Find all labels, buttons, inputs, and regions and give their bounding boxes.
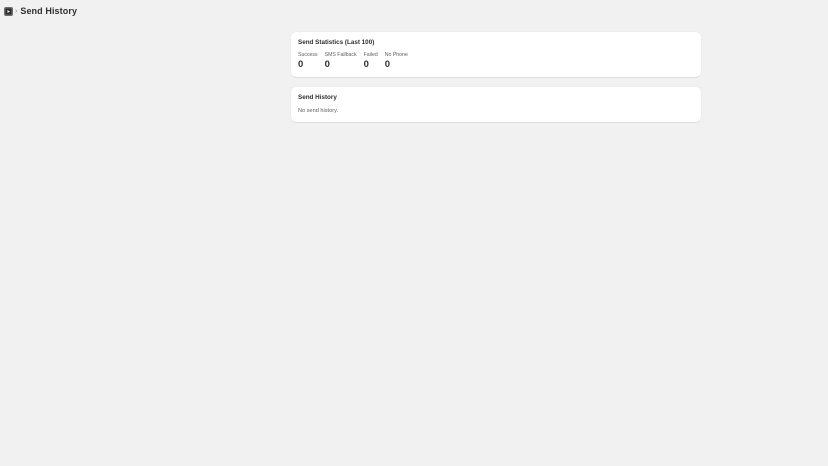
stat-success: Success 0 (298, 52, 318, 70)
stat-label: Failed (363, 52, 378, 58)
stat-value: 0 (324, 58, 330, 70)
stat-label: SMS Fallback (324, 52, 357, 58)
top-bar: › Send History (0, 0, 828, 22)
send-statistics-card: Send Statistics (Last 100) Success 0 SMS… (291, 32, 701, 77)
stat-value: 0 (363, 58, 369, 70)
stat-sms-fallback: SMS Fallback 0 (325, 52, 357, 70)
stats-row: Success 0 SMS Fallback 0 Failed 0 No Pho… (298, 52, 694, 70)
stat-label: Success (298, 52, 318, 58)
send-history-card: Send History No send history. (291, 86, 701, 122)
page-title: Send History (20, 6, 78, 16)
empty-history-message: No send history. (298, 107, 339, 114)
send-history-title: Send History (298, 93, 337, 101)
stat-label: No Phone (384, 52, 408, 58)
breadcrumb-separator: › (15, 7, 18, 15)
stat-failed: Failed 0 (364, 52, 378, 70)
app-icon[interactable] (4, 6, 13, 16)
stat-value: 0 (384, 58, 391, 70)
stat-value: 0 (298, 58, 304, 70)
main-content: Send Statistics (Last 100) Success 0 SMS… (291, 32, 701, 122)
stat-no-phone: No Phone 0 (385, 52, 408, 70)
send-statistics-title: Send Statistics (Last 100) (298, 39, 375, 46)
